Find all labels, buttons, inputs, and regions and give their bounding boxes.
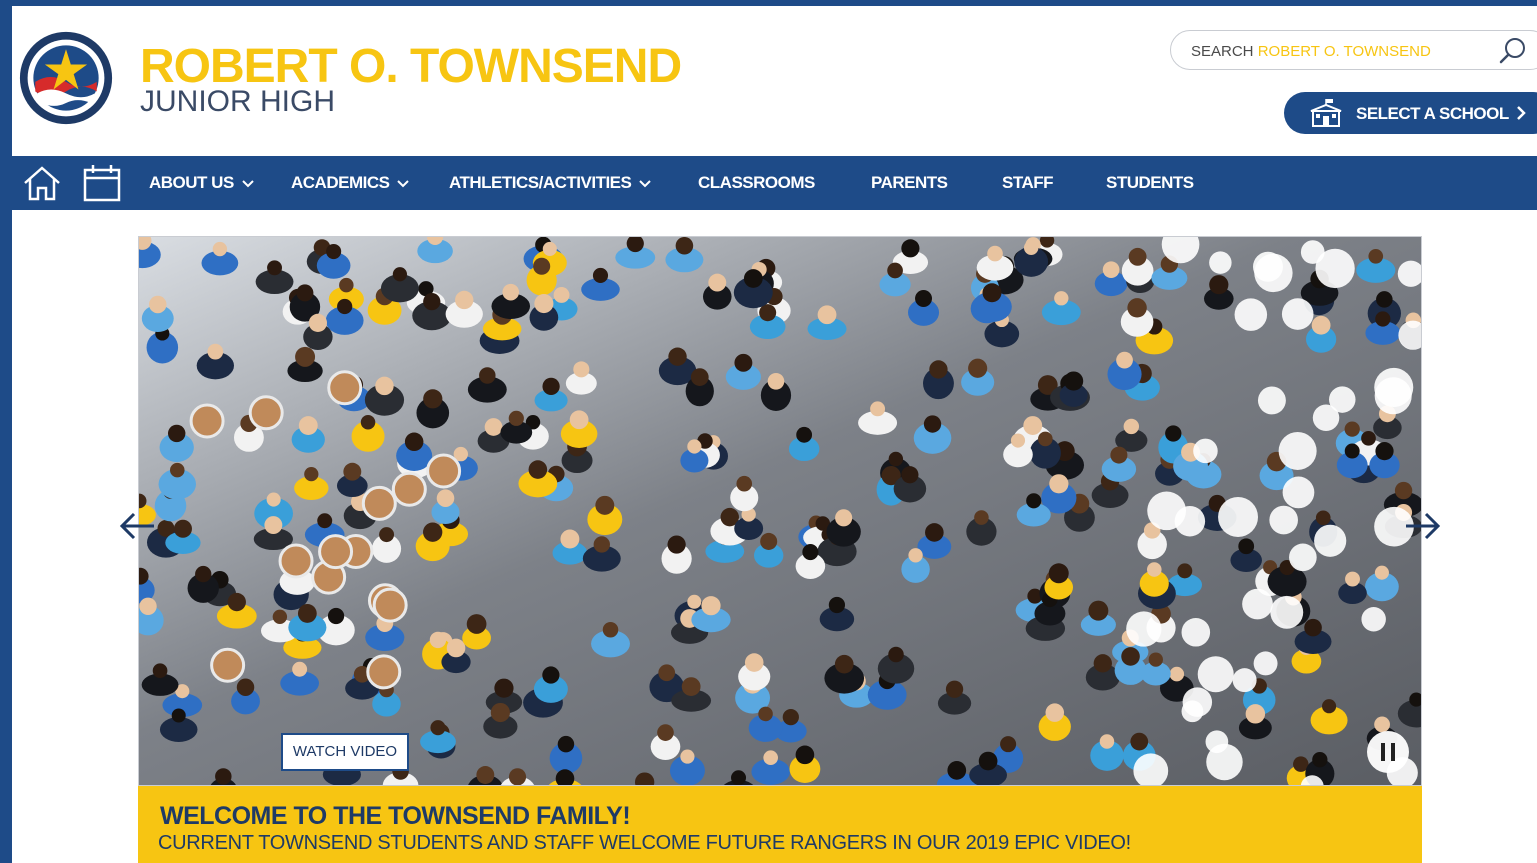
select-school-button[interactable]: SELECT A SCHOOL	[1284, 92, 1537, 134]
nav-item-label: STAFF	[1002, 173, 1054, 192]
select-school-label: SELECT A SCHOOL	[1356, 104, 1509, 123]
page: ROBERT O. TOWNSEND JUNIOR HIGH SEARCH RO…	[12, 6, 1537, 863]
arrow-right-icon[interactable]	[1402, 506, 1442, 546]
chevron-down-icon	[397, 179, 410, 187]
pause-icon	[1381, 743, 1395, 761]
watch-video-button[interactable]: WATCH VIDEO	[281, 733, 409, 771]
search-placeholder: SEARCH ROBERT O. TOWNSEND	[1191, 43, 1431, 60]
pause-button[interactable]	[1367, 731, 1409, 773]
nav-item-label: PARENTS	[871, 173, 948, 192]
main-nav: ABOUT US ACADEMICS ATHLETICS/ACTIVITIES …	[12, 156, 1537, 210]
nav-item-athletics-activities[interactable]: ATHLETICS/ACTIVITIES	[449, 156, 652, 210]
nav-item-label: STUDENTS	[1106, 173, 1194, 192]
school-subtitle[interactable]: JUNIOR HIGH	[140, 86, 335, 118]
arrow-left-icon[interactable]	[118, 506, 158, 546]
nav-item-parents[interactable]: PARENTS	[871, 156, 948, 210]
hero-slideshow[interactable]: WATCH VIDEO	[138, 236, 1422, 786]
search-input[interactable]: SEARCH ROBERT O. TOWNSEND	[1170, 30, 1537, 70]
caption-title[interactable]: WELCOME TO THE TOWNSEND FAMILY!	[160, 802, 631, 831]
nav-item-students[interactable]: STUDENTS	[1106, 156, 1194, 210]
hero-caption: WELCOME TO THE TOWNSEND FAMILY! CURRENT …	[138, 786, 1422, 863]
nav-item-label: ABOUT US	[149, 173, 234, 192]
nav-item-academics[interactable]: ACADEMICS	[291, 156, 410, 210]
caption-subtitle: CURRENT TOWNSEND STUDENTS AND STAFF WELC…	[158, 832, 1131, 854]
search-highlight: ROBERT O. TOWNSEND	[1257, 43, 1431, 60]
nav-item-staff[interactable]: STAFF	[1002, 156, 1054, 210]
school-building-icon	[1310, 99, 1342, 127]
nav-item-label: ACADEMICS	[291, 173, 390, 192]
school-seal-logo-icon[interactable]	[18, 30, 114, 126]
search-icon[interactable]	[1497, 36, 1527, 66]
chevron-down-icon	[242, 179, 254, 187]
nav-item-classrooms[interactable]: CLASSROOMS	[698, 156, 815, 210]
search-prefix: SEARCH	[1191, 43, 1254, 60]
chevron-down-icon	[639, 179, 652, 187]
chevron-right-icon	[1517, 106, 1526, 120]
home-icon[interactable]	[22, 164, 62, 202]
nav-item-about-us[interactable]: ABOUT US	[149, 156, 254, 210]
nav-item-label: ATHLETICS/ACTIVITIES	[449, 173, 632, 192]
nav-item-label: CLASSROOMS	[698, 173, 815, 192]
hero-photo	[139, 237, 1421, 785]
calendar-icon[interactable]	[82, 164, 122, 202]
